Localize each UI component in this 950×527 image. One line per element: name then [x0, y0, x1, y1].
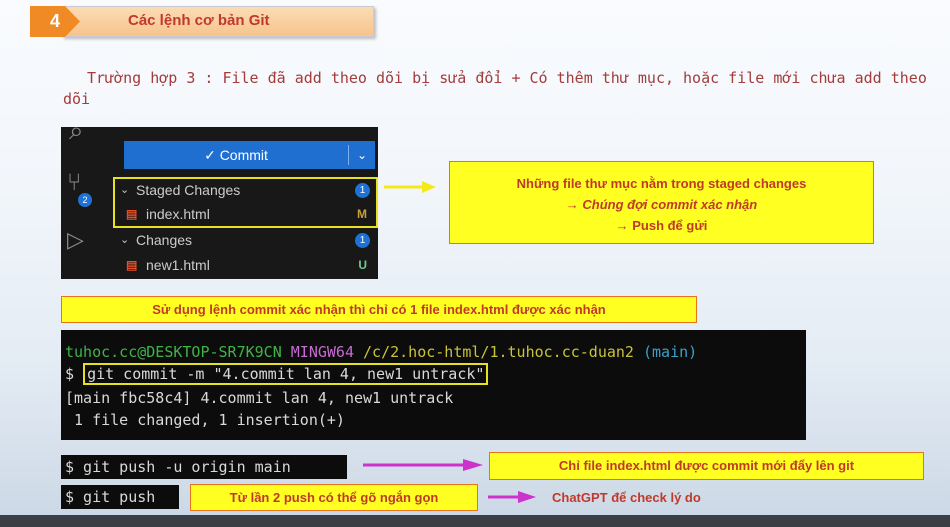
- terminal-user-host: tuhoc.cc@DESKTOP-SR7K9CN: [65, 343, 282, 361]
- terminal-shell: MINGW64: [290, 343, 354, 361]
- staged-file-item[interactable]: ▤ index.html M: [116, 203, 378, 225]
- terminal-path: /c/2.hoc-html/1.tuhoc.cc-duan2: [363, 343, 634, 361]
- bottom-strip: [0, 515, 950, 527]
- commit-button[interactable]: ✓ Commit ⌄: [124, 141, 375, 169]
- terminal-output-1: [main fbc58c4] 4.commit lan 4, new1 untr…: [65, 389, 454, 407]
- scm-badge: 2: [78, 193, 92, 207]
- terminal-window: tuhoc.cc@DESKTOP-SR7K9CN MINGW64 /c/2.ho…: [61, 330, 806, 440]
- chatgpt-note: ChatGPT để check lý do: [552, 490, 701, 505]
- terminal-command-line: $ git commit -m "4.commit lan 4, new1 un…: [65, 363, 489, 385]
- callout-line-2: → Chúng đợi commit xác nhận: [565, 197, 758, 212]
- changes-count-badge: 1: [355, 233, 370, 248]
- search-icon[interactable]: ⌕: [69, 127, 84, 147]
- intro-text: Trường hợp 3 : File đã add theo dõi bị s…: [63, 69, 927, 108]
- vscode-scm-panel: ⌕ ⑂ 2 ▷ ✓ Commit ⌄ ⌄ Staged Changes 1 ▤ …: [61, 127, 378, 279]
- commit-label: ✓ Commit: [204, 146, 268, 163]
- run-debug-icon[interactable]: ▷: [67, 227, 84, 253]
- changes-header[interactable]: ⌄ Changes 1: [116, 229, 378, 251]
- push2-callout: Từ lần 2 push có thể gõ ngắn gọn: [190, 484, 478, 511]
- callout-line-1: Những file thư mục nằm trong staged chan…: [516, 176, 807, 191]
- staged-changes-label: Staged Changes: [136, 182, 241, 198]
- terminal-output-2: 1 file changed, 1 insertion(+): [65, 411, 345, 429]
- terminal-prompt: $: [65, 365, 75, 383]
- source-control-icon[interactable]: ⑂: [67, 169, 81, 197]
- section-title: Các lệnh cơ bản Git: [128, 12, 270, 29]
- push1-callout: Chỉ file index.html được commit mới đẩy …: [489, 452, 924, 480]
- terminal-prompt-line: tuhoc.cc@DESKTOP-SR7K9CN MINGW64 /c/2.ho…: [65, 342, 697, 362]
- changes-label: Changes: [136, 232, 193, 248]
- file-status-modified: M: [357, 207, 367, 221]
- staged-explanation-callout: Những file thư mục nằm trong staged chan…: [449, 161, 874, 244]
- file-status-untracked: U: [358, 258, 367, 272]
- push-command-2: $ git push: [61, 485, 179, 509]
- chevron-down-icon[interactable]: ⌄: [349, 148, 375, 162]
- html-file-icon: ▤: [126, 207, 138, 221]
- staged-count-badge: 1: [355, 183, 370, 198]
- callout-line-3: → Push để gửi: [615, 218, 708, 233]
- push-command-1: $ git push -u origin main: [61, 455, 347, 479]
- activity-bar: ⌕ ⑂ 2 ▷: [61, 127, 105, 279]
- staged-file-name: index.html: [146, 206, 210, 222]
- changes-file-item[interactable]: ▤ new1.html U: [116, 254, 378, 276]
- arrow-right-icon: [488, 491, 536, 503]
- chevron-down-icon: ⌄: [120, 234, 130, 246]
- chevron-down-icon: ⌄: [120, 184, 130, 196]
- changes-file-name: new1.html: [146, 257, 210, 273]
- arrow-right-icon: [363, 459, 483, 471]
- terminal-command: git commit -m "4.commit lan 4, new1 untr…: [83, 363, 489, 385]
- arrow-right-icon: [384, 181, 436, 193]
- staged-changes-header[interactable]: ⌄ Staged Changes 1: [116, 179, 378, 201]
- html-file-icon: ▤: [126, 258, 138, 272]
- terminal-branch: (main): [643, 343, 698, 361]
- commit-banner: Sử dụng lệnh commit xác nhận thì chỉ có …: [61, 296, 697, 323]
